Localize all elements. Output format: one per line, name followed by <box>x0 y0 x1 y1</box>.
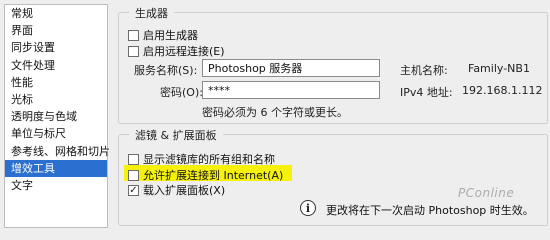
sidebar-item-units-rulers[interactable]: 单位与标尺 <box>5 125 107 142</box>
sidebar-item-general[interactable]: 常规 <box>5 5 107 22</box>
enable-generator-label: 启用生成器 <box>143 29 198 42</box>
load-panels-row[interactable]: ✓ 载入扩展面板(X) <box>128 182 225 198</box>
password-input[interactable] <box>202 81 380 99</box>
show-all-filters-row[interactable]: 显示滤镜库的所有组和名称 <box>128 151 275 167</box>
sidebar-item-file-handling[interactable]: 文件处理 <box>5 57 107 74</box>
allow-internet-label: 允许扩展连接到 Internet(A) <box>143 169 284 182</box>
service-name-label: 服务名称(S): <box>134 64 198 77</box>
show-all-filters-checkbox[interactable] <box>128 153 139 165</box>
sidebar-item-cursors[interactable]: 光标 <box>5 91 107 108</box>
enable-remote-row[interactable]: 启用远程连接(E) <box>128 43 225 59</box>
service-name-input[interactable] <box>202 59 380 77</box>
ip-label: IPv4 地址: <box>400 86 453 99</box>
sidebar-item-performance[interactable]: 性能 <box>5 74 107 91</box>
sidebar-item-plugins[interactable]: 增效工具 <box>5 159 107 177</box>
sidebar-item-interface[interactable]: 界面 <box>5 22 107 39</box>
restart-notice: 更改将在下一次启动 Photoshop 时生效。 <box>326 204 534 217</box>
sidebar-item-transparency-gamut[interactable]: 透明度与色域 <box>5 108 107 125</box>
generator-group-title: 生成器 <box>129 5 174 21</box>
preferences-sidebar: 常规 界面 同步设置 文件处理 性能 光标 透明度与色域 单位与标尺 参考线、网… <box>4 4 110 228</box>
sidebar-item-type[interactable]: 文字 <box>5 177 107 194</box>
password-label: 密码(O): <box>160 86 203 99</box>
host-name-value: Family-NB1 <box>468 62 530 75</box>
ip-value: 192.168.1.112 <box>462 84 543 97</box>
info-icon: i <box>300 200 316 216</box>
enable-remote-checkbox[interactable] <box>128 45 139 57</box>
sidebar-item-sync-settings[interactable]: 同步设置 <box>5 39 107 56</box>
enable-generator-checkbox[interactable] <box>128 29 139 41</box>
load-panels-label: 载入扩展面板(X) <box>143 184 226 197</box>
enable-remote-label: 启用远程连接(E) <box>143 45 225 58</box>
show-all-filters-label: 显示滤镜库的所有组和名称 <box>143 153 275 166</box>
host-name-label: 主机名称: <box>400 64 448 77</box>
watermark-logo: PConline <box>458 186 515 200</box>
enable-generator-row[interactable]: 启用生成器 <box>128 27 198 43</box>
filters-extensions-title: 滤镜 & 扩展面板 <box>129 127 223 143</box>
allow-internet-row[interactable]: 允许扩展连接到 Internet(A) <box>128 167 283 183</box>
allow-internet-checkbox[interactable] <box>128 169 139 181</box>
password-hint: 密码必须为 6 个字符或更长。 <box>202 106 348 119</box>
load-panels-checkbox[interactable]: ✓ <box>128 184 139 196</box>
sidebar-item-guides-grid-slices[interactable]: 参考线、网格和切片 <box>5 143 110 160</box>
